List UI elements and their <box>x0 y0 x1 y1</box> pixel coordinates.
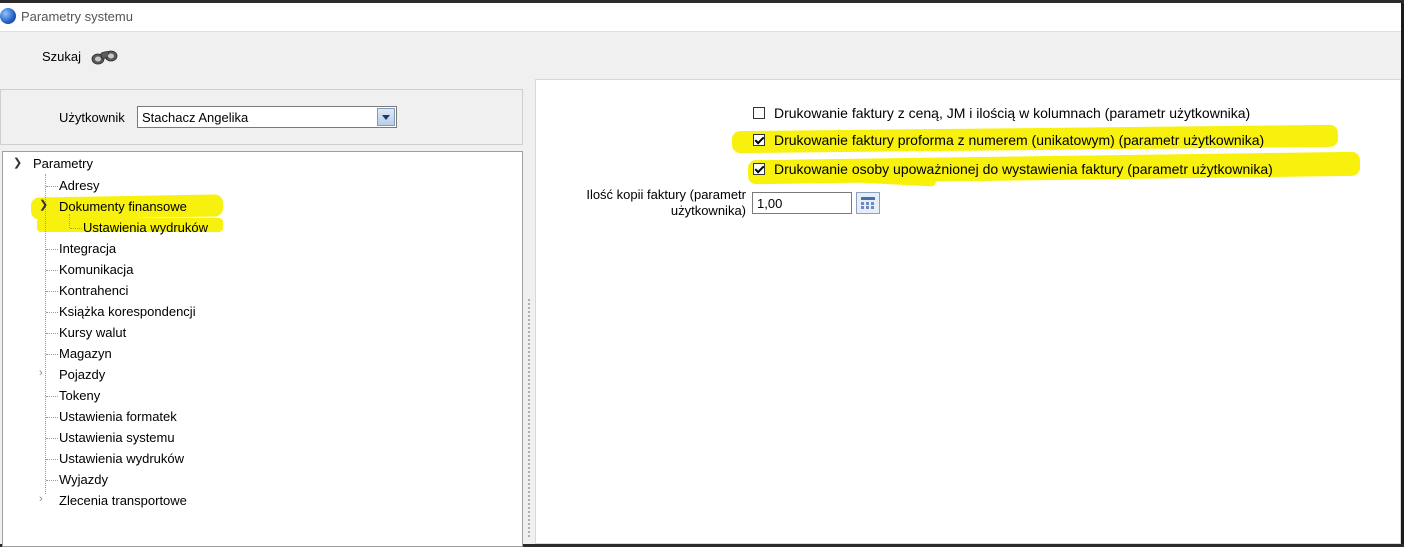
tree-item-zlecenia-transportowe[interactable]: Zlecenia transportowe <box>59 493 187 508</box>
checkbox-label[interactable]: Drukowanie faktury z ceną, JM i ilością … <box>774 105 1250 121</box>
checkbox-label[interactable]: Drukowanie osoby upoważnionej do wystawi… <box>774 161 1273 177</box>
tree-guide <box>46 312 58 313</box>
tree-guide <box>46 249 58 250</box>
tree-item-ustawienia-wydrukow-sub[interactable]: Ustawienia wydruków <box>83 220 208 235</box>
tree-guide <box>46 396 58 397</box>
tree-guide <box>46 438 58 439</box>
checkbox-authorized-person[interactable] <box>753 163 765 175</box>
tree-item-adresy[interactable]: Adresy <box>59 178 99 193</box>
search-label[interactable]: Szukaj <box>42 49 81 64</box>
copies-value: 1,00 <box>757 196 783 211</box>
chevron-right-icon[interactable]: › <box>39 493 43 505</box>
tree-item-integracja[interactable]: Integracja <box>59 241 116 256</box>
checkbox-proforma-number[interactable] <box>753 134 765 146</box>
tree-guide <box>46 186 58 187</box>
chevron-right-icon[interactable]: › <box>39 367 43 379</box>
tree-item-ustawienia-formatek[interactable]: Ustawienia formatek <box>59 409 177 424</box>
checkbox-label[interactable]: Drukowanie faktury proforma z numerem (u… <box>774 132 1264 148</box>
copies-label-line1: Ilość kopii faktury (parametr <box>586 187 746 202</box>
tree-item-wyjazdy[interactable]: Wyjazdy <box>59 472 108 487</box>
calculator-icon <box>861 197 875 209</box>
tree-item-kontrahenci[interactable]: Kontrahenci <box>59 283 128 298</box>
tree-guide <box>46 291 58 292</box>
tree-item-kursy-walut[interactable]: Kursy walut <box>59 325 126 340</box>
calculator-button[interactable] <box>856 192 880 214</box>
binoculars-icon[interactable] <box>90 45 120 67</box>
chevron-down-icon[interactable]: ❯ <box>39 198 48 211</box>
chevron-down-icon[interactable] <box>377 108 395 126</box>
tree-item-ustawienia-wydrukow[interactable]: Ustawienia wydruków <box>59 451 184 466</box>
tree-guide <box>46 417 58 418</box>
tree-item-dokumenty-finansowe[interactable]: Dokumenty finansowe <box>59 199 187 214</box>
user-select[interactable]: Stachacz Angelika <box>137 106 397 128</box>
copies-label: Ilość kopii faktury (parametr użytkownik… <box>564 187 746 219</box>
tree-item-ustawienia-systemu[interactable]: Ustawienia systemu <box>59 430 175 445</box>
tree-guide <box>46 354 58 355</box>
tree-guide <box>70 228 82 229</box>
user-label: Użytkownik <box>59 110 125 125</box>
tree-item-tokeny[interactable]: Tokeny <box>59 388 100 403</box>
chevron-down-icon[interactable]: ❯ <box>13 156 22 169</box>
tree-guide <box>46 459 58 460</box>
tree-item-pojazdy[interactable]: Pojazdy <box>59 367 105 382</box>
parameters-tree: ❯ Parametry Adresy ❯ Dokumenty finansowe… <box>2 151 523 547</box>
window-title: Parametry systemu <box>21 9 133 24</box>
tree-root[interactable]: Parametry <box>33 156 93 171</box>
user-filter-panel: Użytkownik Stachacz Angelika <box>0 89 523 145</box>
title-bar: Parametry systemu <box>0 3 1401 32</box>
copies-label-line2: użytkownika) <box>670 203 746 218</box>
tree-item-komunikacja[interactable]: Komunikacja <box>59 262 133 277</box>
tree-guide <box>46 270 58 271</box>
checkbox-price-columns[interactable] <box>753 107 765 119</box>
user-select-value: Stachacz Angelika <box>142 110 249 125</box>
tree-guide <box>45 174 46 494</box>
tree-guide <box>46 333 58 334</box>
panel-splitter[interactable] <box>527 298 531 538</box>
settings-panel: Drukowanie faktury z ceną, JM i ilością … <box>535 79 1401 544</box>
search-button[interactable]: Szukaj <box>42 49 118 65</box>
copies-input[interactable]: 1,00 <box>752 192 852 214</box>
app-globe-icon <box>0 8 16 24</box>
tree-guide <box>69 214 70 228</box>
tree-item-ksiazka-korespondencji[interactable]: Książka korespondencji <box>59 304 196 319</box>
tree-guide <box>46 480 58 481</box>
tree-item-magazyn[interactable]: Magazyn <box>59 346 112 361</box>
parameters-window: Parametry systemu Szukaj Użytkownik Stac… <box>0 3 1404 547</box>
